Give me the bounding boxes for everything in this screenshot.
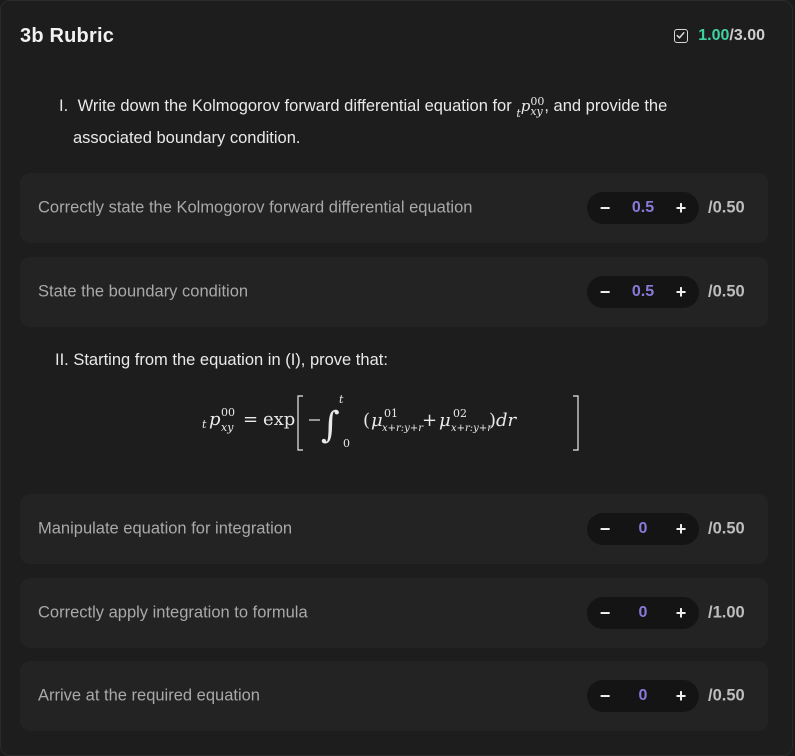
- criterion-max-score: /1.00: [708, 603, 745, 622]
- svg-text:x+r:y+r: x+r:y+r: [382, 423, 424, 434]
- inline-formula-tpxy00: tp 00 xy: [516, 95, 545, 120]
- svg-text:dr: dr: [496, 410, 518, 431]
- criterion-card: Manipulate equation for integration − 0 …: [20, 494, 768, 564]
- score-earned: 1.00: [698, 27, 730, 44]
- criterion-label: Correctly state the Kolmogorov forward d…: [38, 198, 473, 217]
- increment-button[interactable]: +: [665, 192, 697, 224]
- criterion-card: Correctly state the Kolmogorov forward d…: [20, 173, 768, 243]
- svg-text:exp: exp: [263, 409, 295, 430]
- question-2: II. Starting from the equation in (I), p…: [55, 351, 388, 369]
- decrement-button[interactable]: −: [589, 513, 621, 545]
- svg-text:xy: xy: [221, 421, 234, 434]
- svg-text:∫: ∫: [321, 405, 340, 446]
- svg-text:=: =: [243, 409, 258, 430]
- criterion-card: Arrive at the required equation − 0 + /0…: [20, 661, 768, 731]
- svg-text:t: t: [202, 418, 207, 431]
- question-1: I. Write down the Kolmogorov forward dif…: [59, 93, 749, 151]
- score-total: 3.00: [733, 27, 765, 44]
- rubric-title: 3b Rubric: [20, 25, 115, 47]
- stepper-value: 0.5: [631, 283, 655, 300]
- criterion-card: Correctly apply integration to formula −…: [20, 578, 768, 648]
- score-stepper: − 0 +: [587, 680, 699, 712]
- checkbox-checked-icon: [674, 29, 689, 43]
- svg-text:t: t: [339, 393, 344, 406]
- criterion-card: State the boundary condition − 0.5 + /0.…: [20, 257, 768, 327]
- question-1-number: I.: [59, 97, 69, 115]
- criterion-max-score: /0.50: [708, 198, 745, 217]
- stepper-value: 0: [638, 604, 648, 621]
- svg-text:01: 01: [384, 407, 398, 420]
- question-1-text-before: Write down the Kolmogorov forward differ…: [77, 97, 512, 115]
- score-stepper: − 0.5 +: [587, 276, 699, 308]
- svg-text:0: 0: [343, 437, 350, 450]
- criterion-label: Arrive at the required equation: [38, 686, 260, 705]
- svg-text:00: 00: [221, 406, 235, 419]
- increment-button[interactable]: +: [665, 597, 697, 629]
- rubric-panel: 3b Rubric 1.00 / 3.00 I. Write down the …: [0, 0, 793, 756]
- decrement-button[interactable]: −: [589, 680, 621, 712]
- decrement-button[interactable]: −: [589, 276, 621, 308]
- svg-text:x+r:y+r: x+r:y+r: [451, 423, 493, 434]
- svg-text:+: +: [422, 410, 437, 431]
- increment-button[interactable]: +: [665, 276, 697, 308]
- criterion-max-score: /0.50: [708, 686, 745, 705]
- criterion-label: State the boundary condition: [38, 282, 249, 301]
- increment-button[interactable]: +: [665, 513, 697, 545]
- question-1-text-after: and provide the: [553, 97, 668, 115]
- svg-text:μ: μ: [439, 410, 451, 431]
- rubric-score: 1.00 / 3.00: [674, 27, 765, 45]
- stepper-value: 0: [638, 687, 648, 704]
- svg-text:(: (: [363, 410, 370, 431]
- criterion-label: Correctly apply integration to formula: [38, 603, 308, 622]
- criterion-max-score: /0.50: [708, 282, 745, 301]
- stepper-value: 0.5: [631, 199, 655, 216]
- svg-text:p: p: [209, 409, 221, 430]
- criterion-max-score: /0.50: [708, 519, 745, 538]
- decrement-button[interactable]: −: [589, 597, 621, 629]
- stepper-value: 0: [638, 520, 648, 537]
- score-stepper: − 0 +: [587, 513, 699, 545]
- svg-text:): ): [489, 410, 496, 431]
- question-1-line-2: associated boundary condition.: [73, 129, 301, 147]
- score-stepper: − 0.5 +: [587, 192, 699, 224]
- rubric-header: 3b Rubric 1.00 / 3.00: [20, 25, 765, 53]
- increment-button[interactable]: +: [665, 680, 697, 712]
- svg-text:02: 02: [453, 407, 467, 420]
- decrement-button[interactable]: −: [589, 192, 621, 224]
- svg-text:μ: μ: [371, 410, 383, 431]
- formula-exp-integral: t p 00 xy = exp ∫ t 0 ( μ 01 x+r:y+r + μ…: [201, 389, 601, 453]
- score-stepper: − 0 +: [587, 597, 699, 629]
- criterion-label: Manipulate equation for integration: [38, 519, 293, 538]
